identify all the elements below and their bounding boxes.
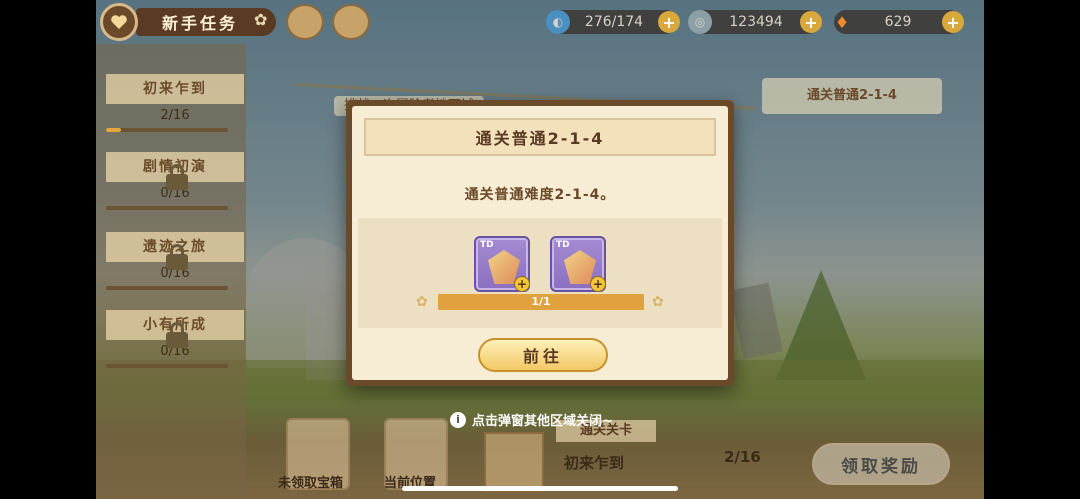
carrot-value: 629 (884, 14, 912, 30)
task-detail-modal: 通关普通2-1-4 通关普通难度2-1-4。 TD + TD + ✿ 1/1 ✿… (346, 100, 734, 386)
reward-item-1[interactable]: TD + (474, 236, 530, 292)
back-button[interactable] (100, 3, 138, 41)
clover-left-icon: ✿ (416, 294, 428, 310)
heart-back-icon (111, 15, 127, 29)
sidebar-progress-bar (106, 286, 228, 290)
add-coins-button[interactable]: + (800, 11, 822, 33)
sidebar-item-yijizhilv[interactable]: 遗迹之旅 0/16 (106, 228, 246, 298)
stamina-icon: ◐ (546, 10, 570, 34)
home-indicator[interactable] (402, 486, 678, 491)
reward-item-2[interactable]: TD + (550, 236, 606, 292)
task-category-sidebar: 初来乍到 2/16 剧情初演 0/16 遗迹之旅 0/16 小有所成 0/16 (96, 44, 246, 499)
modal-body: 通关普通2-1-4 通关普通难度2-1-4。 TD + TD + ✿ 1/1 ✿… (352, 106, 728, 380)
carrot-icon: ♦ (834, 12, 850, 32)
sidebar-progress-bar (106, 364, 228, 368)
sidebar-progress-bar (106, 206, 228, 210)
close-hint-text: 点击弹窗其他区域关闭~ (472, 414, 613, 429)
sidebar-item-chulaizhadao[interactable]: 初来乍到 2/16 (106, 70, 246, 140)
sidebar-item-progress: 2/16 (160, 108, 190, 123)
page-title-text: 新手任务 (162, 14, 239, 33)
unclaimed-chest-label: 未领取宝箱 (278, 476, 344, 491)
stamina-counter: ◐ 276/174 + (546, 10, 680, 34)
bottom-task-name: 初来乍到 (564, 454, 625, 472)
compass-icon[interactable] (286, 4, 324, 40)
gift-box-icon (484, 432, 544, 492)
stamina-value: 276/174 (584, 14, 644, 30)
coin-value: 123494 (729, 14, 783, 30)
info-icon: i (450, 411, 466, 428)
clover-icon: ✿ (254, 10, 268, 29)
claim-reward-button[interactable]: 领取奖励 (812, 443, 950, 485)
add-carrots-button[interactable]: + (942, 11, 964, 33)
modal-description: 通关普通难度2-1-4。 (464, 187, 616, 203)
modal-title: 通关普通2-1-4 (364, 118, 716, 156)
carrot-counter: ♦ 629 + (834, 10, 964, 34)
bottom-task-progress: 2/16 (724, 448, 761, 466)
plus-badge-icon: + (514, 276, 530, 292)
sidebar-item-juqingchuyan[interactable]: 剧情初演 0/16 (106, 148, 246, 218)
lock-icon (166, 164, 188, 190)
close-hint: i 点击弹窗其他区域关闭~ (450, 410, 613, 429)
progress-text: 1/1 (531, 295, 551, 308)
coin-icon: ◎ (688, 10, 712, 34)
sidebar-item-label: 初来乍到 (106, 74, 244, 104)
plus-badge-icon: + (590, 276, 606, 292)
reward-tag: TD (556, 240, 570, 250)
treasure-map-icon[interactable] (332, 4, 370, 40)
add-stamina-button[interactable]: + (658, 11, 680, 33)
lock-icon (166, 244, 188, 270)
sidebar-item-xiaoyousuocheng[interactable]: 小有所成 0/16 (106, 306, 246, 376)
reward-tag: TD (480, 240, 494, 250)
top-bar: 新手任务 ✿ ◐ 276/174 + ◎ 123494 + ♦ 629 + (96, 0, 984, 44)
goto-button[interactable]: 前往 (478, 338, 608, 372)
bg-task-card-2-title: 通关普通2-1-4 (762, 78, 942, 114)
task-progress-bar: 1/1 (438, 294, 644, 310)
reward-section: TD + TD + (358, 218, 722, 328)
clover-right-icon: ✿ (652, 294, 664, 310)
lock-icon (166, 322, 188, 348)
coin-counter: ◎ 123494 + (688, 10, 822, 34)
sidebar-progress-bar (106, 128, 228, 132)
